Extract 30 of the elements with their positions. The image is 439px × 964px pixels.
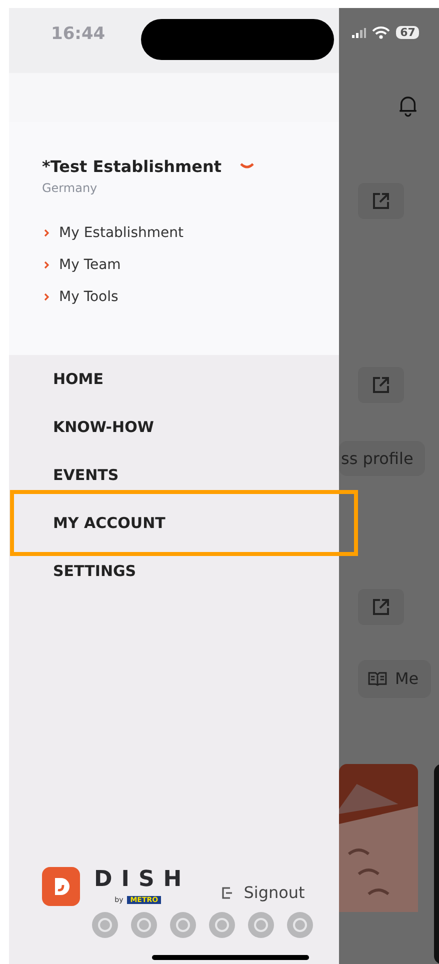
open-link-button[interactable]: [358, 588, 404, 625]
book-icon: [368, 671, 387, 686]
establishment-country: Germany: [42, 181, 98, 195]
menu-item[interactable]: KNOW-HOW: [53, 418, 154, 436]
status-time: 16:44: [51, 24, 106, 44]
signout-link[interactable]: Signout: [222, 883, 305, 902]
signal-icon: [352, 28, 366, 38]
establishment-link[interactable]: My Establishment: [42, 225, 339, 241]
establishment-link[interactable]: My Team: [42, 257, 339, 273]
establishment-name[interactable]: *Test Establishment: [42, 157, 222, 176]
battery-indicator: 67: [396, 26, 420, 39]
external-link-icon: [371, 375, 391, 396]
chevron-icon[interactable]: [240, 162, 254, 170]
menu-item[interactable]: SETTINGS: [53, 562, 136, 580]
wifi-icon: [372, 26, 390, 39]
external-link-icon: [371, 596, 391, 617]
signout-icon: [222, 886, 232, 898]
chevron-right-icon: [44, 261, 49, 269]
menu-item[interactable]: HOME: [53, 370, 104, 388]
bell-icon[interactable]: [397, 95, 419, 117]
open-link-button[interactable]: [358, 182, 404, 219]
menu-item[interactable]: EVENTS: [53, 466, 119, 484]
menu-item[interactable]: MY ACCOUNT: [53, 514, 166, 532]
logo-wordmark: DISH: [94, 867, 191, 893]
dish-logo-icon: [42, 867, 80, 906]
establishment-link[interactable]: My Tools: [42, 289, 339, 305]
external-link-icon: [371, 190, 391, 211]
chevron-right-icon: [44, 229, 49, 237]
chevron-right-icon: [44, 293, 49, 301]
open-link-button[interactable]: [358, 367, 404, 404]
